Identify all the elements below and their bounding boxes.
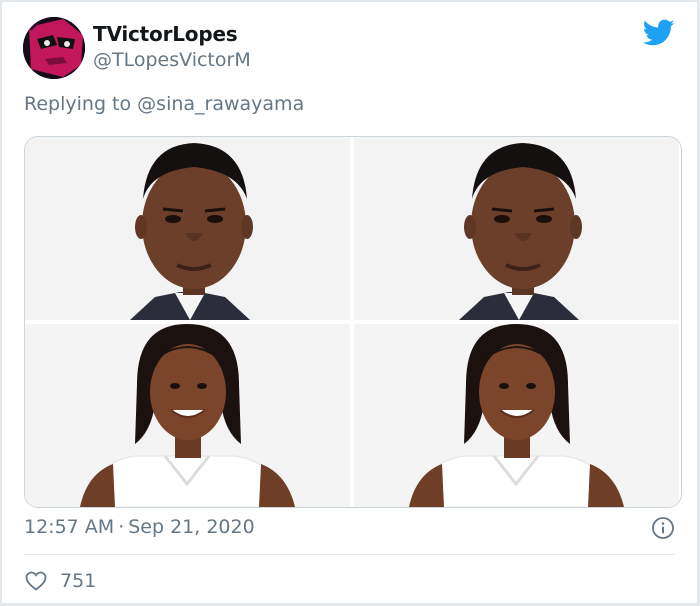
tweet-time: 12:57 AM <box>24 516 115 538</box>
tweet-date: Sep 21, 2020 <box>128 516 255 538</box>
portrait-woman-image <box>25 324 350 507</box>
tweet-card: TVictorLopes @TLopesVictorM Replying to … <box>1 1 698 604</box>
reply-prefix: Replying to <box>24 93 132 115</box>
avatar-image <box>23 17 85 79</box>
display-name[interactable]: TVictorLopes <box>93 22 238 46</box>
avatar[interactable] <box>23 17 85 79</box>
photo-woman-left[interactable] <box>25 324 350 507</box>
timestamp-separator: · <box>118 516 125 538</box>
info-icon[interactable] <box>651 516 675 540</box>
portrait-man-image <box>354 137 679 320</box>
photo-man-right[interactable] <box>354 137 679 320</box>
photo-woman-right[interactable] <box>354 324 679 507</box>
user-handle[interactable]: @TLopesVictorM <box>93 49 251 71</box>
reply-mention-link[interactable]: @sina_rawayama <box>137 93 304 115</box>
like-count: 751 <box>60 570 97 592</box>
reply-context: Replying to @sina_rawayama <box>24 93 304 115</box>
media-grid <box>24 136 682 508</box>
portrait-man-image <box>25 137 350 320</box>
portrait-woman-image <box>354 324 679 507</box>
tweet-timestamp[interactable]: 12:57 AM · Sep 21, 2020 <box>24 516 255 538</box>
divider <box>24 554 675 555</box>
like-action[interactable]: 751 <box>24 568 96 594</box>
twitter-bird-icon[interactable] <box>643 18 675 48</box>
heart-icon[interactable] <box>24 569 48 593</box>
photo-man-left[interactable] <box>25 137 350 320</box>
